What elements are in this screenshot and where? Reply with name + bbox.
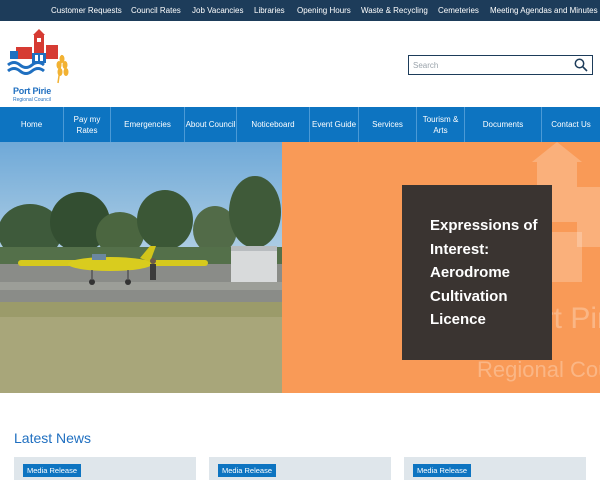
watermark-subtitle: Regional Council [477, 357, 600, 382]
link-customer-requests[interactable]: Customer Requests [51, 0, 122, 21]
nav-pay-my-rates[interactable]: Pay my Rates [63, 107, 110, 142]
nav-about-council[interactable]: About Council [184, 107, 236, 142]
nav-tourism-arts[interactable]: Tourism & Arts [416, 107, 464, 142]
link-waste-recycling[interactable]: Waste & Recycling [361, 0, 428, 21]
site-header: Port Pirie Regional Council [0, 21, 600, 107]
aerodrome-photo [0, 142, 282, 393]
utility-bar: Customer Requests Council Rates Job Vaca… [0, 0, 600, 21]
media-release-badge: Media Release [413, 464, 472, 477]
link-libraries[interactable]: Libraries [254, 0, 285, 21]
search-input[interactable] [409, 56, 569, 74]
search-icon[interactable] [574, 58, 588, 72]
link-opening-hours[interactable]: Opening Hours [297, 0, 351, 21]
nav-event-guide[interactable]: Event Guide [309, 107, 358, 142]
link-cemeteries[interactable]: Cemeteries [438, 0, 479, 21]
council-logo[interactable]: Port Pirie Regional Council [6, 29, 72, 103]
news-card[interactable]: Media Release [404, 457, 586, 480]
logo-subtitle: Regional Council [13, 97, 51, 103]
media-release-badge: Media Release [218, 464, 277, 477]
nav-documents[interactable]: Documents [464, 107, 541, 142]
search-box [408, 55, 593, 75]
hero-caption-title: Expressions of Interest: Aerodrome Culti… [430, 217, 538, 328]
nav-emergencies[interactable]: Emergencies [110, 107, 184, 142]
media-release-badge: Media Release [23, 464, 82, 477]
nav-noticeboard[interactable]: Noticeboard [236, 107, 309, 142]
link-meeting-agendas[interactable]: Meeting Agendas and Minutes [490, 0, 598, 21]
latest-news-heading: Latest News [14, 430, 92, 446]
link-job-vacancies[interactable]: Job Vacancies [192, 0, 243, 21]
hero-caption[interactable]: Expressions of Interest: Aerodrome Culti… [402, 185, 552, 360]
nav-services[interactable]: Services [358, 107, 416, 142]
council-crest-icon [7, 29, 69, 84]
nav-contact-us[interactable]: Contact Us [541, 107, 600, 142]
news-card[interactable]: Media Release [14, 457, 196, 480]
news-card[interactable]: Media Release [209, 457, 391, 480]
main-nav: Home Pay my Rates Emergencies About Coun… [0, 107, 600, 142]
link-council-rates[interactable]: Council Rates [131, 0, 181, 21]
logo-name: Port Pirie [13, 86, 52, 96]
nav-home[interactable]: Home [0, 107, 63, 142]
